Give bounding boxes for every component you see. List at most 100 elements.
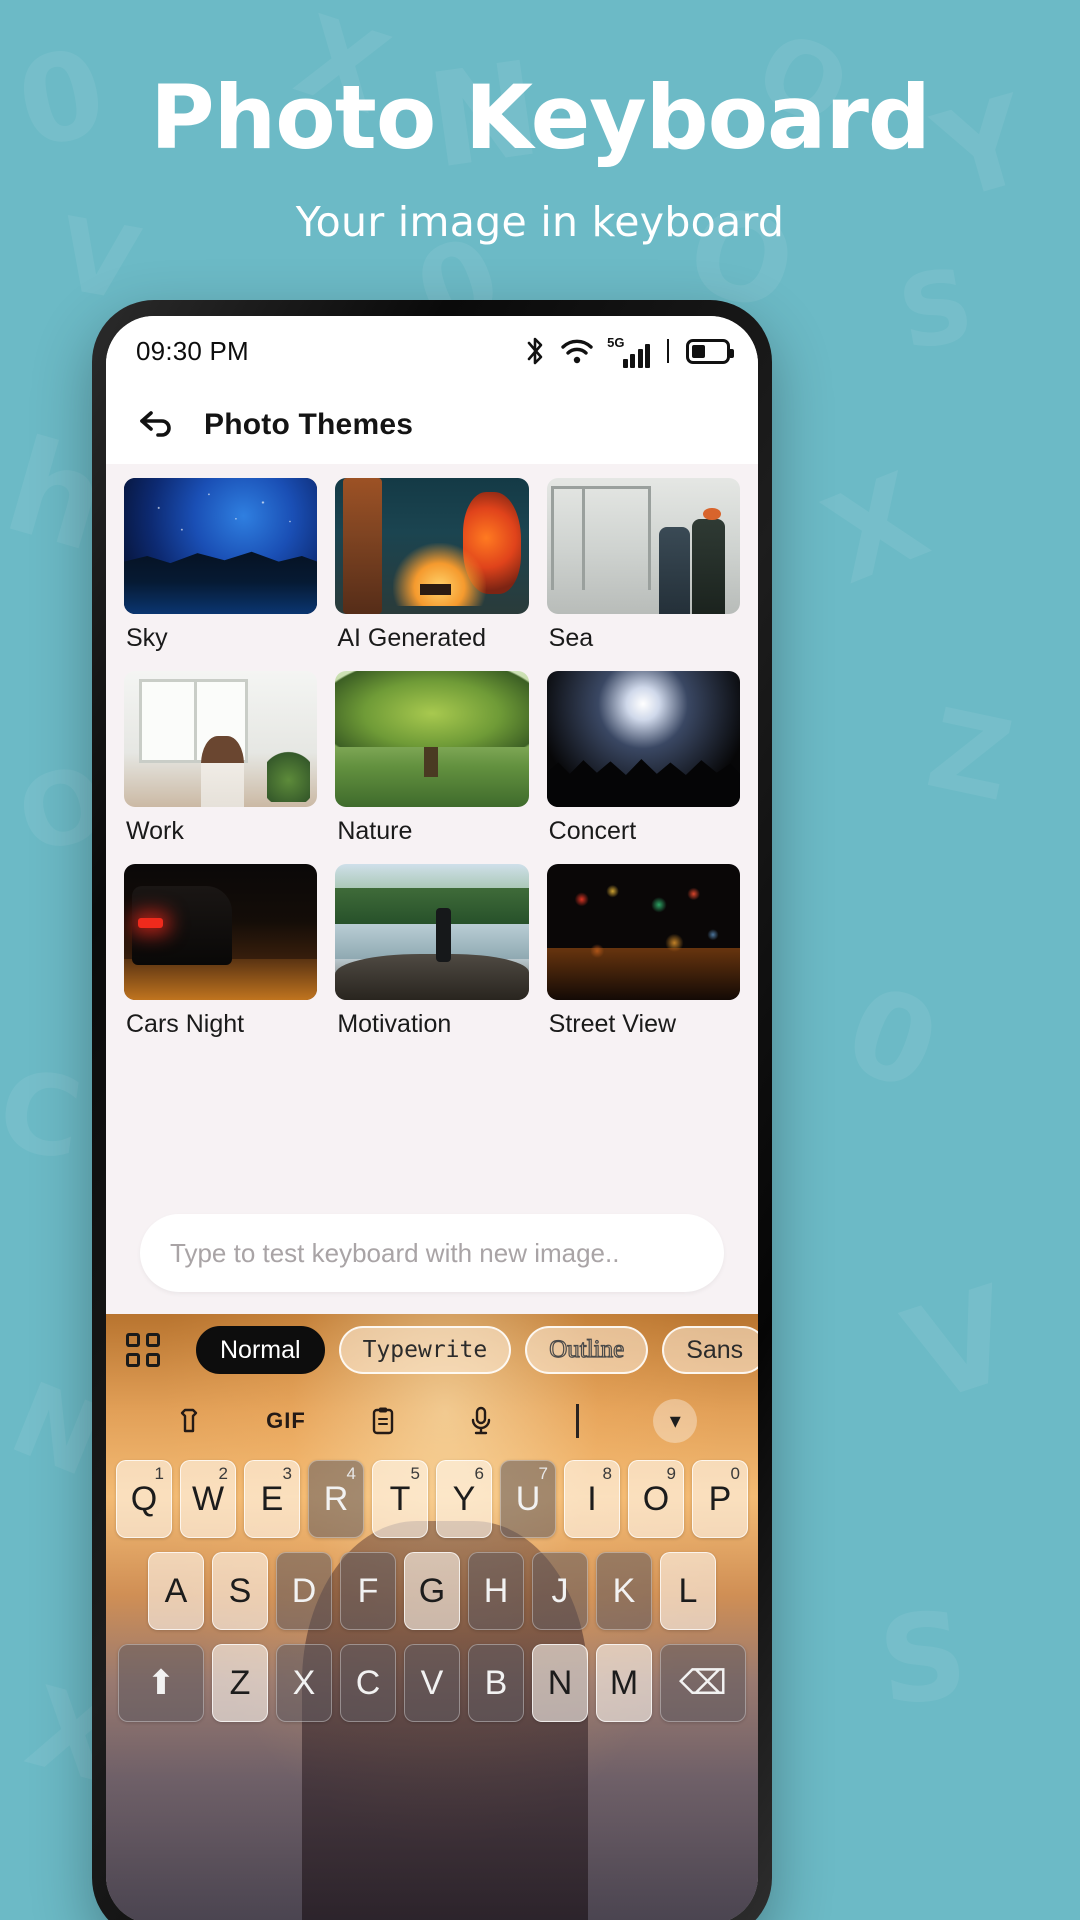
key-i[interactable]: 8I xyxy=(564,1460,620,1538)
theme-card[interactable]: Cars Night xyxy=(124,864,318,1053)
signal-icon: 5G xyxy=(607,335,650,368)
key-c[interactable]: C xyxy=(340,1644,396,1722)
key-label: T xyxy=(389,1479,411,1518)
key-w[interactable]: 2W xyxy=(180,1460,236,1538)
keyboard-tools-row: GIF ▾ xyxy=(106,1386,758,1456)
hero-section: Photo Keyboard Your image in keyboard xyxy=(0,0,1080,246)
key-l[interactable]: L xyxy=(660,1552,716,1630)
key-label: R xyxy=(323,1479,349,1518)
status-bar: 09:30 PM 5G xyxy=(106,316,758,386)
key-label: U xyxy=(515,1479,541,1518)
theme-card[interactable]: Sea xyxy=(546,478,740,667)
theme-card[interactable]: Work xyxy=(124,671,318,860)
theme-card[interactable]: Sky xyxy=(124,478,318,667)
font-style-chip-typewrite[interactable]: Typewrite xyxy=(338,1326,512,1374)
bg-glyph: V xyxy=(888,1257,1032,1433)
bluetooth-icon xyxy=(523,336,547,366)
bg-glyph: S xyxy=(890,245,982,374)
wifi-icon xyxy=(560,337,594,365)
theme-thumbnail[interactable] xyxy=(546,864,740,1000)
keyboard-row-2: A S D F G H J K L xyxy=(114,1552,750,1630)
chevron-down-icon[interactable]: ▾ xyxy=(627,1399,724,1443)
key-s[interactable]: S xyxy=(212,1552,268,1630)
key-label: P xyxy=(708,1479,732,1518)
text-cursor-icon xyxy=(529,1404,626,1438)
key-label: Y xyxy=(452,1479,476,1518)
key-f[interactable]: F xyxy=(340,1552,396,1630)
theme-thumbnail[interactable] xyxy=(335,478,529,614)
theme-thumbnail[interactable] xyxy=(546,478,740,614)
key-k[interactable]: K xyxy=(596,1552,652,1630)
keyboard-keys: 1Q 2W 3E 4R 5T 6Y 7U 8I 9O 0P A S D F G xyxy=(106,1456,758,1722)
app-bar-title: Photo Themes xyxy=(204,408,414,441)
theme-label: Concert xyxy=(548,817,637,845)
theme-card[interactable]: Motivation xyxy=(335,864,529,1053)
status-time: 09:30 PM xyxy=(136,335,249,366)
key-h[interactable]: H xyxy=(468,1552,524,1630)
theme-thumbnail[interactable] xyxy=(546,671,740,807)
key-j[interactable]: J xyxy=(532,1552,588,1630)
page-subtitle: Your image in keyboard xyxy=(295,198,785,247)
key-z[interactable]: Z xyxy=(212,1644,268,1722)
status-icons: 5G xyxy=(523,335,734,368)
key-g[interactable]: G xyxy=(404,1552,460,1630)
backspace-key[interactable]: ⌫ xyxy=(660,1644,746,1722)
status-divider xyxy=(667,339,669,363)
shift-key[interactable]: ⬆ xyxy=(118,1644,204,1722)
font-style-chip-normal[interactable]: Normal xyxy=(196,1326,325,1374)
bg-glyph: S xyxy=(872,1585,974,1734)
theme-thumbnail[interactable] xyxy=(124,478,318,614)
apps-grid-icon[interactable] xyxy=(126,1333,160,1367)
key-x[interactable]: X xyxy=(276,1644,332,1722)
key-t[interactable]: 5T xyxy=(372,1460,428,1538)
theme-thumbnail[interactable] xyxy=(124,671,318,807)
font-style-chip-sans[interactable]: Sans xyxy=(662,1326,758,1374)
theme-card[interactable]: AI Generated xyxy=(335,478,529,667)
bg-glyph: 0 xyxy=(828,959,955,1120)
theme-thumbnail[interactable] xyxy=(335,864,529,1000)
theme-label: Nature xyxy=(337,817,413,845)
theme-thumbnail[interactable] xyxy=(335,671,529,807)
gif-icon[interactable]: GIF xyxy=(237,1408,334,1434)
keyboard-row-3: ⬆ Z X C V B N M ⌫ xyxy=(114,1644,750,1722)
bg-glyph: X xyxy=(807,447,946,612)
key-m[interactable]: M xyxy=(596,1644,652,1722)
bg-glyph: C xyxy=(0,1046,90,1184)
theme-thumbnail[interactable] xyxy=(124,864,318,1000)
theme-label: Cars Night xyxy=(126,1010,245,1038)
key-p[interactable]: 0P xyxy=(692,1460,748,1538)
phone-screen: 09:30 PM 5G Photo Themes Sky AI Generate… xyxy=(106,316,758,1920)
key-y[interactable]: 6Y xyxy=(436,1460,492,1538)
theme-card[interactable]: Nature xyxy=(335,671,529,860)
key-d[interactable]: D xyxy=(276,1552,332,1630)
key-num: 2 xyxy=(218,1464,228,1483)
sticker-icon[interactable] xyxy=(140,1407,237,1435)
clipboard-icon[interactable] xyxy=(335,1406,432,1436)
key-e[interactable]: 3E xyxy=(244,1460,300,1538)
key-u[interactable]: 7U xyxy=(500,1460,556,1538)
key-o[interactable]: 9O xyxy=(628,1460,684,1538)
key-q[interactable]: 1Q xyxy=(116,1460,172,1538)
test-input-bar xyxy=(106,1204,758,1314)
key-r[interactable]: 4R xyxy=(308,1460,364,1538)
theme-label: Sky xyxy=(126,624,168,652)
themes-grid: Sky AI Generated Sea Work Nature Concert… xyxy=(124,478,740,1053)
key-label: W xyxy=(191,1479,225,1518)
key-label: O xyxy=(642,1479,670,1518)
theme-card[interactable]: Concert xyxy=(546,671,740,860)
key-num: 0 xyxy=(730,1464,740,1483)
key-b[interactable]: B xyxy=(468,1644,524,1722)
font-style-toolbar: Normal Typewrite Outline Sans Serif Se xyxy=(106,1314,758,1386)
keyboard-test-input[interactable] xyxy=(140,1214,724,1292)
theme-card[interactable]: Street View xyxy=(546,864,740,1053)
back-arrow-icon[interactable] xyxy=(138,407,178,444)
theme-label: Street View xyxy=(548,1010,677,1038)
font-style-chip-outline[interactable]: Outline xyxy=(525,1326,649,1374)
key-v[interactable]: V xyxy=(404,1644,460,1722)
themes-panel: Sky AI Generated Sea Work Nature Concert… xyxy=(106,464,758,1204)
bg-glyph: Z xyxy=(917,684,1023,826)
key-a[interactable]: A xyxy=(148,1552,204,1630)
key-n[interactable]: N xyxy=(532,1644,588,1722)
key-num: 4 xyxy=(346,1464,356,1483)
microphone-icon[interactable] xyxy=(432,1406,529,1436)
